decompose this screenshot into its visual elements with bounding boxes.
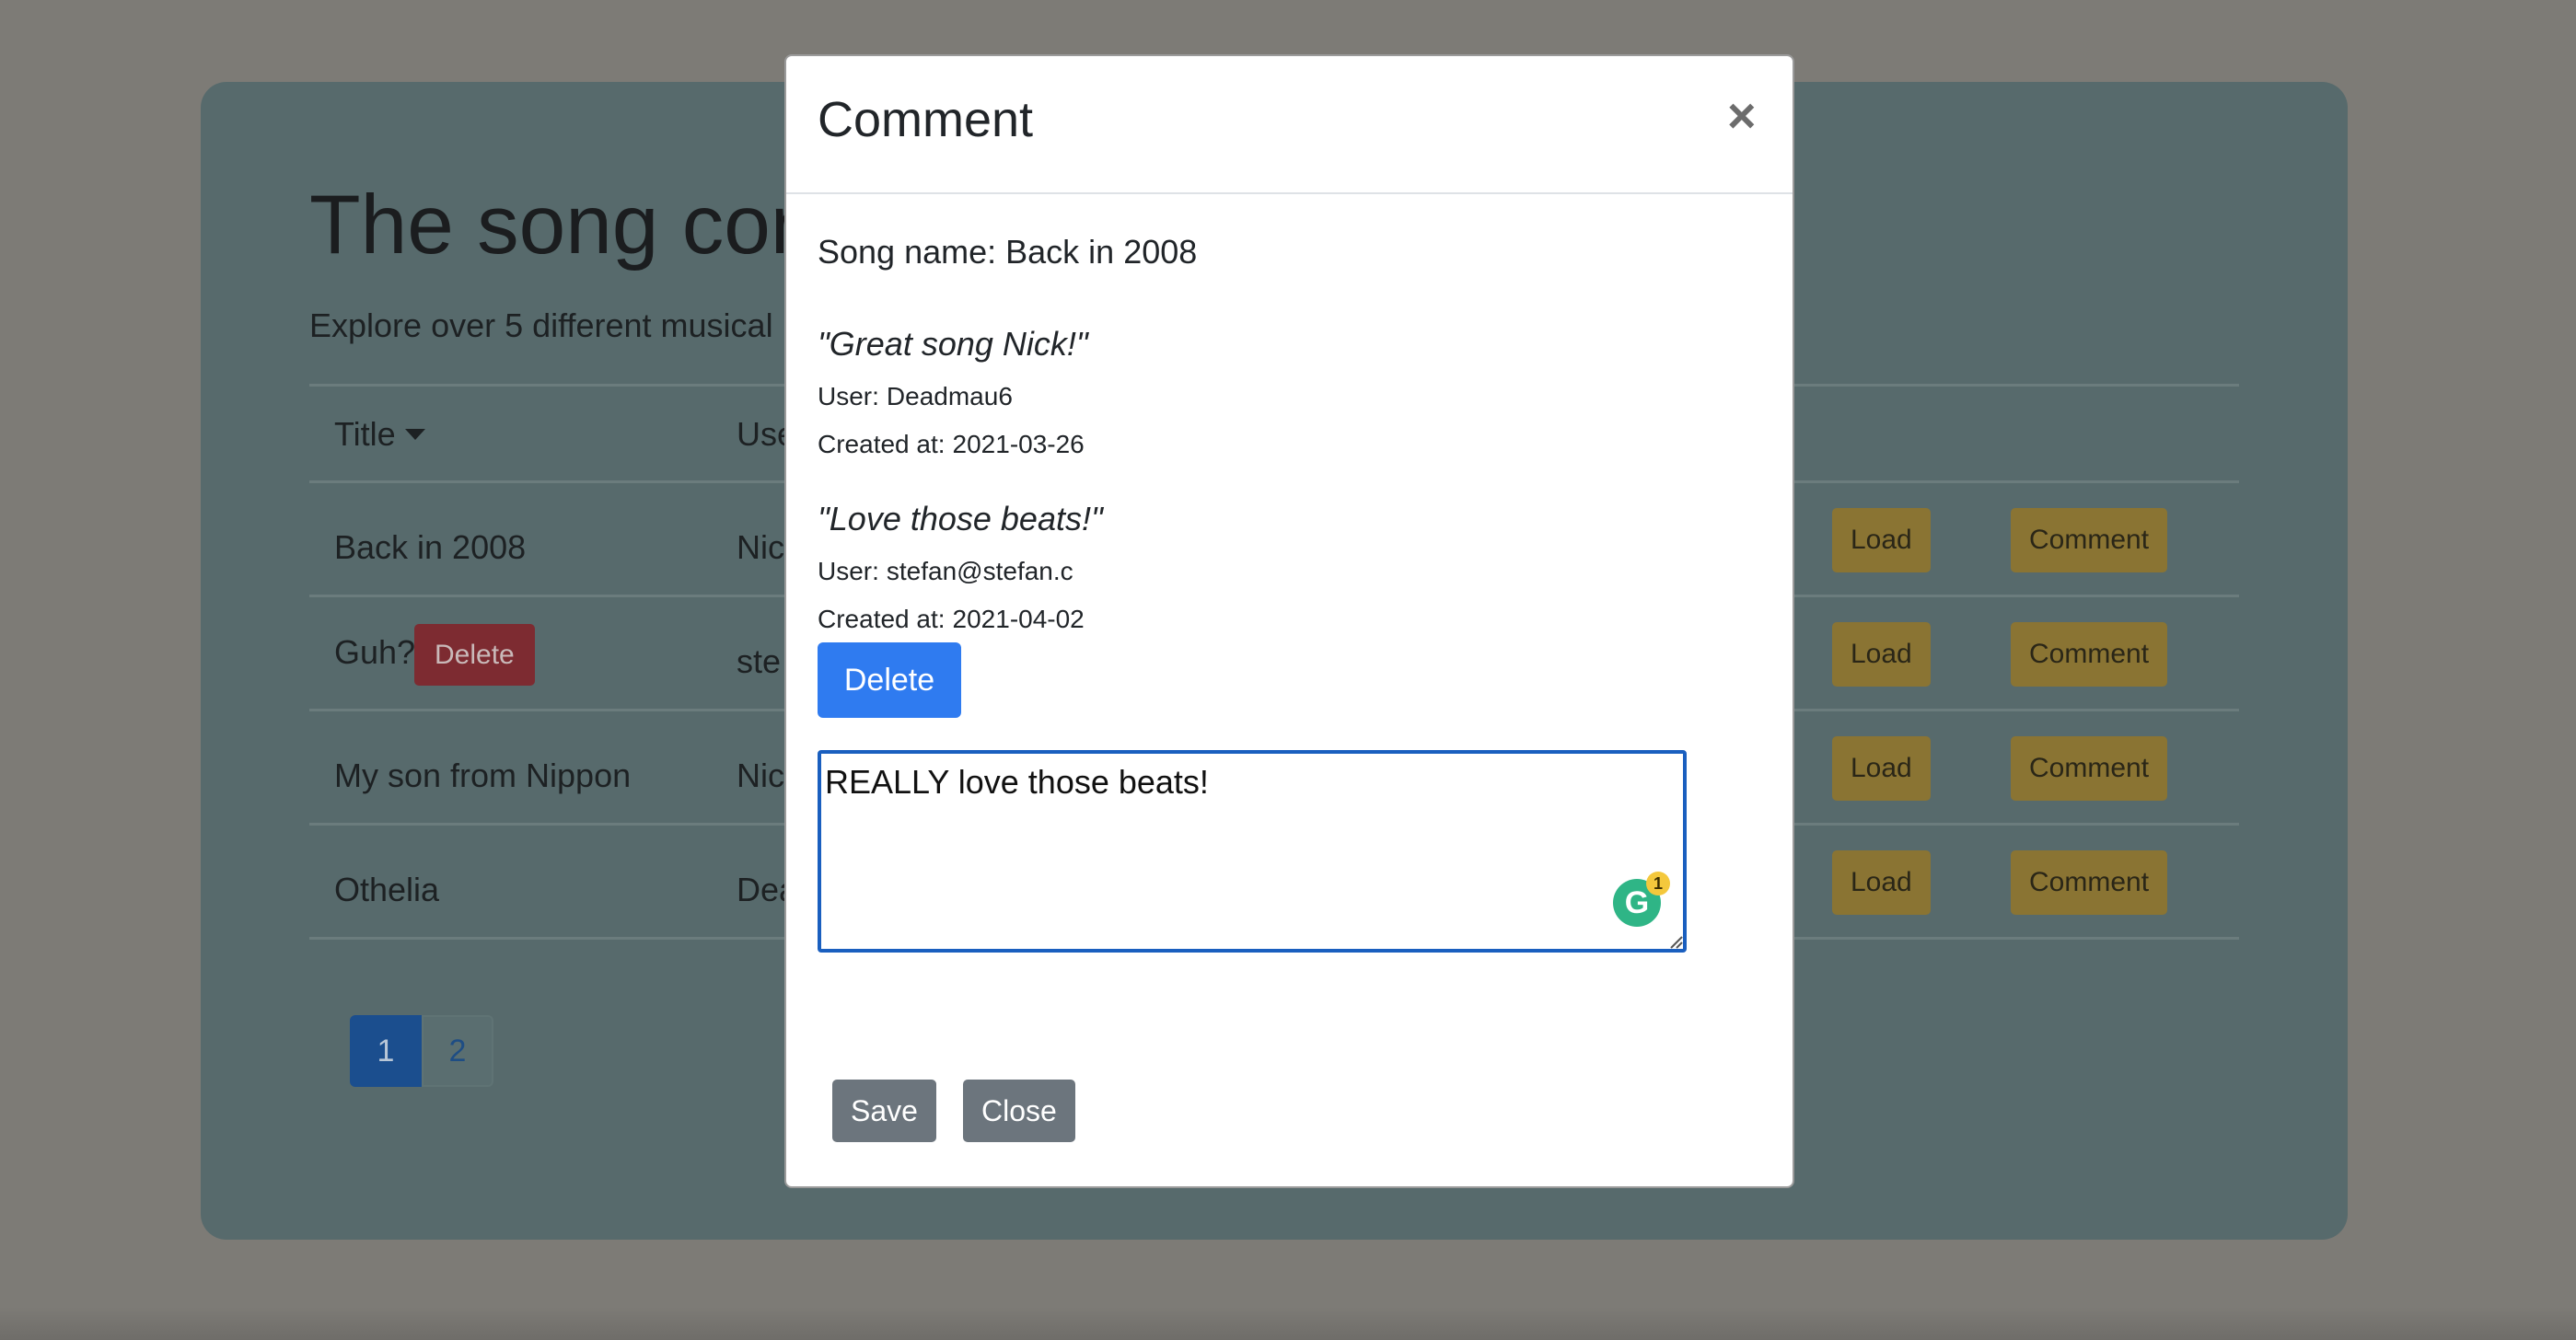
song-user: ste (737, 642, 782, 680)
page-title: The song con (309, 179, 818, 271)
pagination: 1 2 (350, 1015, 493, 1087)
comment-text: "Great song Nick!" (818, 325, 1088, 363)
comment-button[interactable]: Comment (2011, 850, 2168, 915)
comment-button[interactable]: Comment (2011, 736, 2168, 801)
user-label: User: (818, 382, 879, 410)
close-icon[interactable]: × (1727, 91, 1757, 141)
comment-textarea[interactable] (818, 750, 1687, 953)
song-title: Guh? (334, 633, 416, 671)
comment-user: User: stefan@stefan.c (818, 557, 1073, 586)
bottom-shadow (0, 1307, 2576, 1340)
created-label: Created at: (818, 430, 946, 458)
delete-song-button[interactable]: Delete (414, 624, 535, 686)
save-button[interactable]: Save (832, 1080, 936, 1142)
created-value: 2021-04-02 (952, 605, 1085, 633)
comment-text: "Love those beats!" (818, 500, 1103, 537)
created-value: 2021-03-26 (952, 430, 1085, 458)
title-header-label: Title (334, 415, 396, 453)
grammarly-count-badge: 1 (1646, 872, 1670, 895)
comment-user: User: Deadmau6 (818, 382, 1013, 411)
load-button[interactable]: Load (1832, 736, 1931, 801)
comment-button[interactable]: Comment (2011, 622, 2168, 687)
load-button[interactable]: Load (1832, 622, 1931, 687)
song-title: Othelia (334, 871, 440, 908)
close-button[interactable]: Close (963, 1080, 1075, 1142)
comment-created: Created at: 2021-04-02 (818, 605, 1085, 634)
user-value: Deadmau6 (886, 382, 1013, 410)
delete-comment-button[interactable]: Delete (818, 642, 961, 718)
load-button[interactable]: Load (1832, 508, 1931, 572)
caret-down-icon (404, 429, 425, 440)
song-title: My son from Nippon (334, 757, 632, 794)
song-title: Back in 2008 (334, 528, 527, 566)
song-name-label: Song name: (818, 233, 997, 271)
modal-header: Comment × (786, 56, 1793, 194)
title-column-header[interactable]: Title (334, 415, 425, 454)
load-button[interactable]: Load (1832, 850, 1931, 915)
comment-modal: Comment × Song name: Back in 2008 "Great … (784, 54, 1794, 1188)
song-user: Nic (737, 528, 784, 566)
page-link-2[interactable]: 2 (422, 1015, 493, 1087)
modal-title: Comment (818, 92, 1034, 147)
song-user: Nic (737, 757, 784, 794)
created-label: Created at: (818, 605, 946, 633)
user-value: stefan@stefan.c (886, 557, 1073, 585)
comment-button[interactable]: Comment (2011, 508, 2168, 572)
page-lead: Explore over 5 different musical i (309, 306, 790, 344)
song-name-value: Back in 2008 (1005, 233, 1198, 271)
comment-created: Created at: 2021-03-26 (818, 430, 1085, 459)
resize-grip-icon[interactable] (1668, 934, 1683, 949)
page-link-1[interactable]: 1 (350, 1015, 422, 1087)
user-label: User: (818, 557, 879, 585)
song-name-line: Song name: Back in 2008 (818, 233, 1197, 271)
